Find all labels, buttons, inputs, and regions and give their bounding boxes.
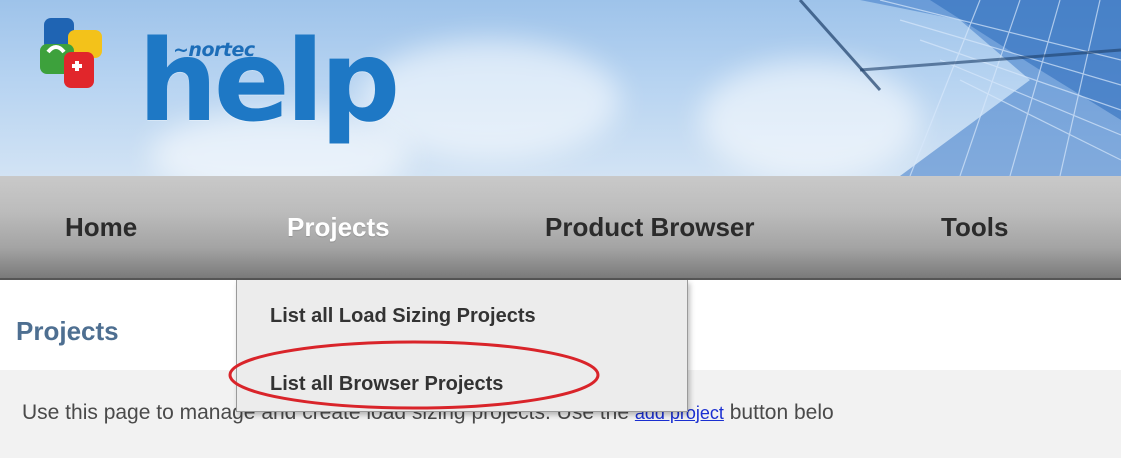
page-title: Projects: [16, 316, 119, 346]
menu-item-browser-projects[interactable]: List all Browser Projects: [270, 373, 503, 396]
nav-projects[interactable]: Projects: [287, 212, 390, 243]
nortec-logo-icon: [40, 18, 102, 88]
intro-text-end: button belo: [723, 401, 834, 424]
menu-item-load-sizing-projects[interactable]: List all Load Sizing Projects: [270, 305, 536, 328]
projects-dropdown-menu: List all Load Sizing Projects List all B…: [236, 280, 688, 412]
nav-tools[interactable]: Tools: [941, 212, 1008, 243]
nav-home[interactable]: Home: [65, 212, 137, 243]
nav-product-browser[interactable]: Product Browser: [545, 212, 755, 243]
nortec-help-logo[interactable]: ~nortec help: [38, 16, 400, 166]
brand-big-text: help: [138, 17, 400, 147]
header-banner: ~nortec help: [0, 0, 1121, 176]
main-nav: Home Projects Product Browser Tools: [0, 176, 1121, 280]
